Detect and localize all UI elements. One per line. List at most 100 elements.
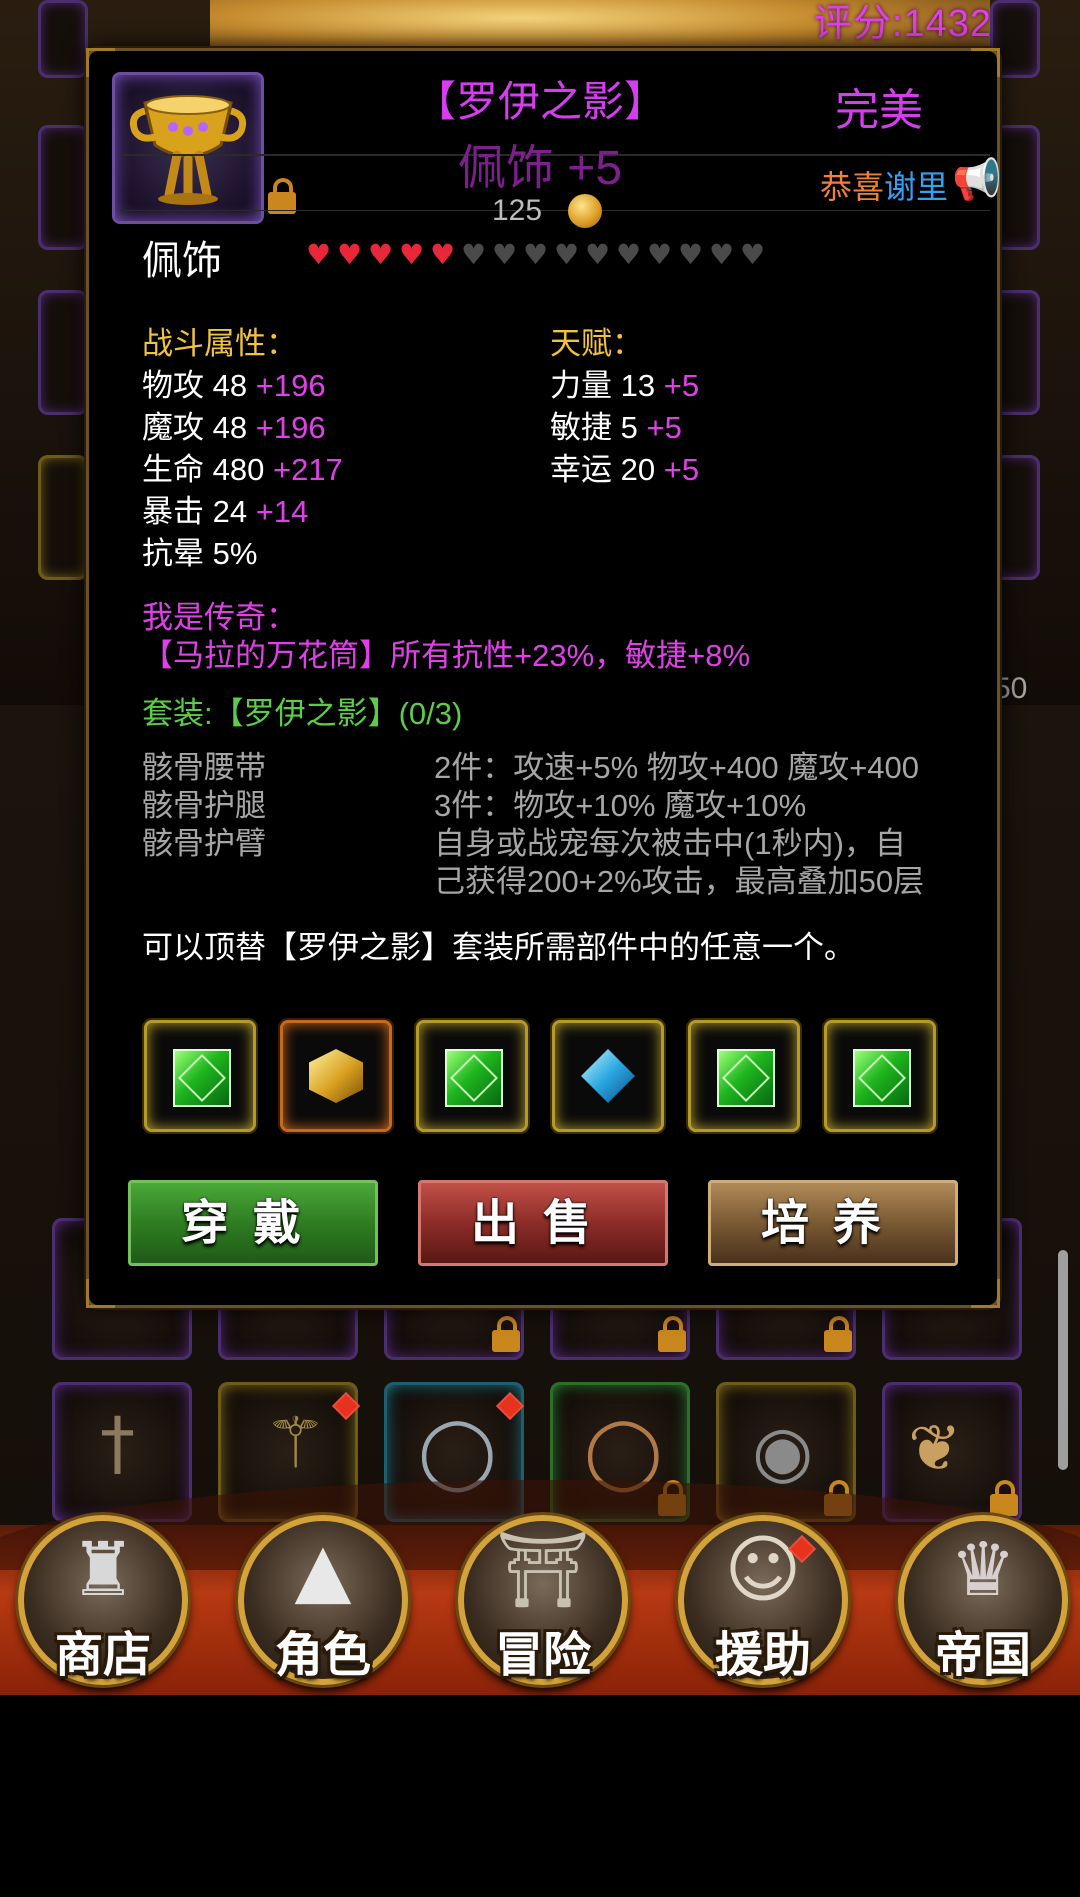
item-title: 【罗伊之影】 xyxy=(413,78,666,125)
talent-stat-row: 力量 13 +5 xyxy=(550,360,699,405)
bg-equip-slot[interactable] xyxy=(38,290,88,415)
dagger-icon: † xyxy=(100,1402,135,1484)
nav-adventure-label: 冒险 xyxy=(494,1627,591,1683)
castle-icon: ♜ xyxy=(69,1527,137,1613)
gem-socket[interactable] xyxy=(688,1020,800,1132)
nav-character-label: 角色 xyxy=(274,1627,371,1683)
stat-name: 幸运 20 xyxy=(550,452,656,487)
sell-button[interactable]: 出售 xyxy=(418,1180,668,1266)
stat-name: 魔攻 48 xyxy=(142,410,248,445)
gem-socket[interactable] xyxy=(280,1020,392,1132)
stat-bonus: +5 xyxy=(646,410,682,445)
green-gem-icon xyxy=(445,1049,503,1107)
set-piece: 骸骨护臂 xyxy=(142,826,266,861)
set-bonus-line: 己获得200+2%攻击，最高叠加50层 xyxy=(434,864,925,899)
bg-equip-slot[interactable] xyxy=(38,125,88,250)
item-thumbnail xyxy=(112,72,264,224)
item-description: 可以顶替【罗伊之影】套装所需部件中的任意一个。 xyxy=(142,930,855,965)
megaphone-icon[interactable]: 📢 xyxy=(952,156,1002,203)
talent-heading: 天赋： xyxy=(550,326,643,361)
yellow-gem-icon xyxy=(309,1049,363,1103)
frame-corner xyxy=(86,1279,115,1308)
stat-name: 生命 480 xyxy=(142,452,265,487)
combat-stat-row: 魔攻 48 +196 xyxy=(142,402,326,447)
heart-empty-icon: ♥ xyxy=(522,238,549,271)
stat-bonus: +196 xyxy=(255,410,326,445)
item-price: 125 xyxy=(492,194,543,227)
score-text: 评分:1432 xyxy=(813,3,992,45)
dungeon-gate-icon: ⛩ xyxy=(496,1527,590,1613)
frame-corner xyxy=(971,1279,1000,1308)
heart-filled-icon: ♥ xyxy=(398,238,425,271)
gem-socket[interactable] xyxy=(144,1020,256,1132)
heart-filled-icon: ♥ xyxy=(336,238,363,271)
heart-filled-icon: ♥ xyxy=(429,238,456,271)
legend-text: 【马拉的万花筒】所有抗性+23%，敏捷+8% xyxy=(142,638,751,673)
golden-chalice-icon xyxy=(129,95,247,205)
stat-name: 暴击 24 xyxy=(142,494,248,529)
set-heading: 套装:【罗伊之影】(0/3) xyxy=(142,696,463,731)
signet-ring-icon: ◉ xyxy=(752,1410,814,1492)
stat-bonus: +217 xyxy=(272,452,343,487)
nav-assist-button[interactable]: ☺ 援助 xyxy=(678,1515,848,1685)
stat-name: 物攻 48 xyxy=(142,368,248,403)
hooded-figure-icon: ▲ xyxy=(294,1527,352,1613)
lock-icon xyxy=(824,1316,852,1352)
heart-empty-icon: ♥ xyxy=(646,238,673,271)
stat-bonus: +196 xyxy=(255,368,326,403)
heart-empty-icon: ♥ xyxy=(708,238,735,271)
item-type-label: 佩饰 xyxy=(142,238,222,284)
broadcast-suffix: 谢里 xyxy=(884,168,949,206)
gem-socket[interactable] xyxy=(824,1020,936,1132)
combat-stat-row: 抗晕 5% xyxy=(142,528,257,573)
combat-stats-heading: 战斗属性： xyxy=(142,326,297,361)
nav-assist-label: 援助 xyxy=(714,1627,811,1683)
lock-icon xyxy=(658,1316,686,1352)
broadcast-prefix: 恭喜 xyxy=(820,168,885,206)
nav-shop-label: 商店 xyxy=(54,1627,151,1683)
stat-bonus: +14 xyxy=(255,494,309,529)
winged-amulet-icon: ❦ xyxy=(908,1412,962,1486)
gold-coin-icon xyxy=(568,194,602,228)
broadcast-ticker[interactable]: 恭喜谢里 xyxy=(820,162,948,208)
combat-stat-row: 生命 480 +217 xyxy=(142,444,343,489)
crown-icon: ♛ xyxy=(949,1527,1017,1613)
bg-equip-slot[interactable] xyxy=(38,455,88,580)
heart-empty-icon: ♥ xyxy=(553,238,580,271)
wear-button[interactable]: 穿戴 xyxy=(128,1180,378,1266)
green-gem-icon xyxy=(173,1049,231,1107)
item-quality: 完美 xyxy=(835,85,923,136)
train-button[interactable]: 培养 xyxy=(708,1180,958,1266)
heart-filled-icon: ♥ xyxy=(305,238,332,271)
nav-adventure-button[interactable]: ⛩ 冒险 xyxy=(458,1515,628,1685)
heart-empty-icon: ♥ xyxy=(491,238,518,271)
nav-shop-button[interactable]: ♜ 商店 xyxy=(18,1515,188,1685)
talent-stat-row: 敏捷 5 +5 xyxy=(550,402,682,447)
lock-icon xyxy=(990,1480,1018,1516)
nav-character-button[interactable]: ▲ 角色 xyxy=(238,1515,408,1685)
heart-empty-icon: ♥ xyxy=(584,238,611,271)
heart-empty-icon: ♥ xyxy=(739,238,766,271)
stat-name: 抗晕 5% xyxy=(142,536,258,571)
header-divider xyxy=(120,210,990,211)
stat-name: 敏捷 5 xyxy=(550,410,638,445)
heart-empty-icon: ♥ xyxy=(460,238,487,271)
combat-stat-row: 暴击 24 +14 xyxy=(142,486,308,531)
combat-stat-row: 物攻 48 +196 xyxy=(142,360,326,405)
gem-socket[interactable] xyxy=(416,1020,528,1132)
item-subtitle: 佩饰 +5 xyxy=(457,142,623,195)
frame-corner xyxy=(86,48,115,77)
stat-bonus: +5 xyxy=(663,452,700,487)
talent-stat-row: 幸运 20 +5 xyxy=(550,444,699,489)
enhance-level-hearts: ♥ ♥ ♥ ♥ ♥ ♥ ♥ ♥ ♥ ♥ ♥ ♥ ♥ ♥ ♥ xyxy=(304,240,767,270)
bg-equip-slot[interactable] xyxy=(38,0,88,78)
nav-empire-button[interactable]: ♛ 帝国 xyxy=(898,1515,1068,1685)
nav-empire-label: 帝国 xyxy=(934,1627,1031,1683)
gem-socket[interactable] xyxy=(552,1020,664,1132)
green-gem-icon xyxy=(853,1049,911,1107)
heart-empty-icon: ♥ xyxy=(677,238,704,271)
scepter-icon: ⚚ xyxy=(264,1402,327,1484)
inventory-scrollbar[interactable] xyxy=(1058,1250,1068,1470)
blue-gem-icon xyxy=(581,1049,635,1103)
frame-corner xyxy=(971,48,1000,77)
